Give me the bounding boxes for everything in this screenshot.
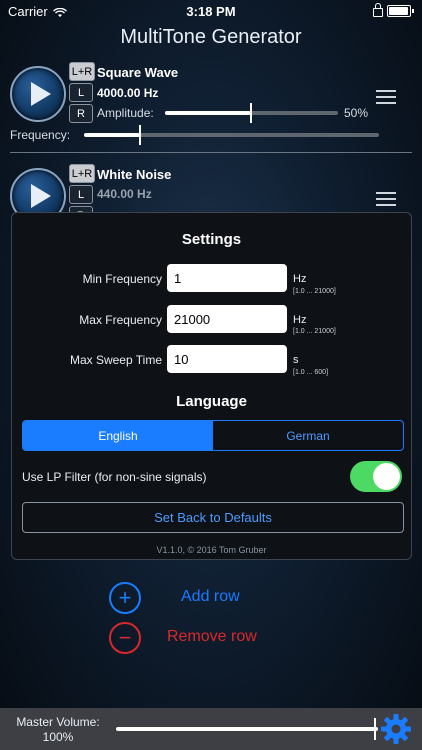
max-frequency-unit: Hz — [293, 314, 307, 326]
max-frequency-input[interactable]: 21000 — [167, 305, 287, 333]
orientation-lock-icon — [373, 3, 383, 17]
gear-icon[interactable] — [380, 713, 412, 745]
amplitude-slider-thumb-row-1[interactable] — [250, 103, 252, 123]
frequency-value-row-1[interactable]: 4000.00 Hz — [97, 86, 158, 100]
settings-dialog: Settings Min Frequency 1 Hz [1.0 ... 210… — [11, 212, 412, 560]
row-divider — [10, 152, 412, 153]
remove-row-button[interactable]: Remove row — [167, 628, 257, 646]
channel-r-button-row-1[interactable]: R — [69, 104, 93, 123]
max-sweep-time-input[interactable]: 10 — [167, 345, 287, 373]
max-sweep-time-unit: s — [293, 354, 299, 366]
app-title: MultiTone Generator — [120, 26, 302, 48]
battery-icon — [387, 5, 411, 17]
language-segmented-control: English German — [22, 420, 404, 451]
channel-lr-button-row-1[interactable]: L+R — [69, 62, 95, 81]
battery-tip — [412, 9, 414, 13]
master-volume-bar: Master Volume: 100% — [0, 708, 422, 750]
version-text: V1.1.0, © 2016 Tom Gruber — [156, 545, 267, 555]
channel-lr-button-row-2[interactable]: L+R — [69, 164, 95, 183]
frequency-value-row-2[interactable]: 440.00 Hz — [97, 187, 152, 201]
min-frequency-unit: Hz — [293, 273, 307, 285]
wave-type-row-1[interactable]: Square Wave — [97, 65, 178, 80]
amplitude-value-row-1: 50% — [344, 106, 369, 120]
lp-filter-label: Use LP Filter (for non-sine signals) — [22, 470, 207, 484]
status-time: 3:18 PM — [186, 4, 236, 19]
frequency-slider-thumb-row-1[interactable] — [139, 125, 141, 145]
frequency-slider-fill-row-1 — [84, 133, 140, 137]
lp-filter-toggle[interactable] — [350, 461, 402, 492]
language-option-english[interactable]: English — [23, 421, 213, 450]
play-button-row-1[interactable] — [10, 66, 66, 122]
add-row-icon[interactable]: + — [109, 582, 141, 614]
max-frequency-range: [1.0 ... 21000] — [293, 328, 336, 335]
master-volume-slider[interactable] — [116, 727, 378, 731]
set-defaults-button[interactable]: Set Back to Defaults — [22, 502, 404, 533]
remove-row-icon[interactable]: − — [109, 622, 141, 654]
min-frequency-input[interactable]: 1 — [167, 264, 287, 292]
amplitude-slider-fill-row-1 — [165, 111, 251, 115]
language-option-german[interactable]: German — [213, 421, 403, 450]
status-bar: Carrier 3:18 PM — [0, 0, 422, 22]
min-frequency-label: Min Frequency — [82, 272, 162, 286]
wave-type-row-2[interactable]: White Noise — [97, 167, 171, 182]
channel-l-button-row-1[interactable]: L — [69, 83, 93, 102]
language-title: Language — [176, 393, 247, 410]
max-sweep-time-range: [1.0 ... 600] — [293, 369, 329, 376]
add-row-button[interactable]: Add row — [181, 588, 240, 606]
master-volume-value: 100% — [42, 730, 74, 744]
master-volume-thumb[interactable] — [374, 718, 376, 740]
channel-l-button-row-2[interactable]: L — [69, 185, 93, 204]
row-menu-icon-row-1[interactable] — [376, 90, 396, 104]
max-sweep-time-label: Max Sweep Time — [69, 353, 162, 367]
row-menu-icon-row-2[interactable] — [376, 192, 396, 206]
battery-area — [373, 3, 414, 17]
amplitude-label-row-1: Amplitude: — [97, 106, 154, 120]
frequency-label-row-1: Frequency: — [10, 128, 71, 142]
max-frequency-label: Max Frequency — [79, 313, 162, 327]
settings-title: Settings — [181, 231, 242, 248]
master-volume-label: Master Volume: 100% — [8, 715, 108, 745]
min-frequency-range: [1.0 ... 21000] — [293, 288, 336, 295]
